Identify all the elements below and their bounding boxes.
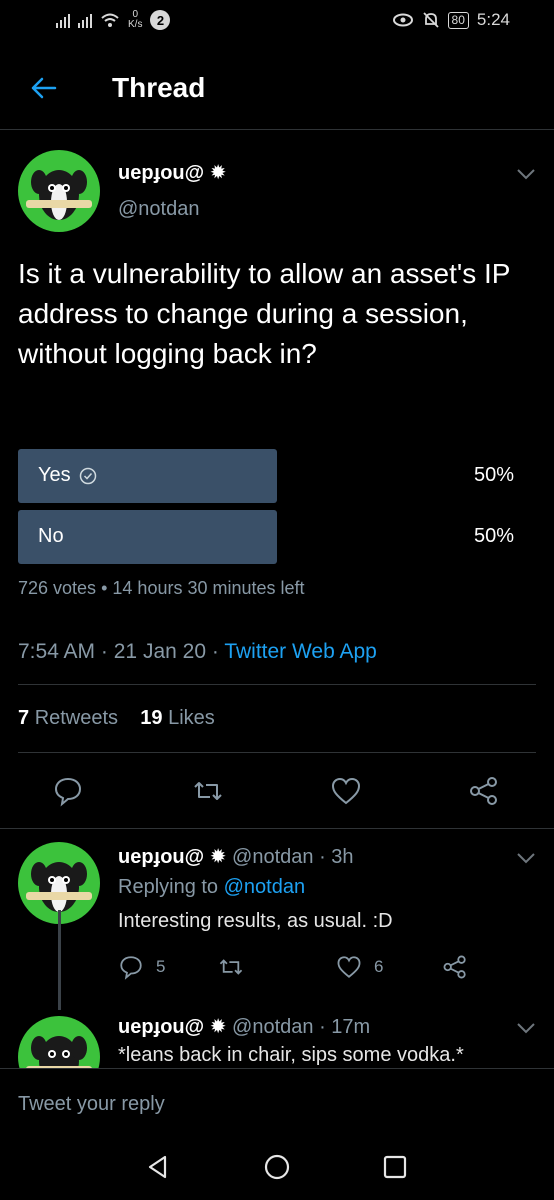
reply-2-clip: uepɟou@ ✹ @notdan · 17m *leans back in c… <box>0 1010 554 1068</box>
heart-icon[interactable] <box>330 775 362 807</box>
reply-input[interactable]: Tweet your reply <box>18 1093 165 1116</box>
reply-like-action[interactable]: 6 <box>336 954 383 980</box>
poll-votes: 726 votes <box>18 578 97 598</box>
back-arrow-icon[interactable] <box>28 74 58 102</box>
poll-meta: 726 votes • 14 hours 30 minutes left <box>18 578 305 599</box>
poll-percent: 50% <box>473 525 514 547</box>
like-count: 6 <box>374 957 384 976</box>
retweet-label: Retweets <box>34 707 119 729</box>
reply-handle: @notdan <box>232 846 314 868</box>
cell-signal-icon <box>56 12 70 28</box>
likes-stat[interactable]: 19 Likes <box>140 707 215 729</box>
reply-age: · 17m <box>319 1016 371 1038</box>
reply-author-name: uepɟou@ <box>118 1016 205 1038</box>
like-count: 19 <box>140 707 163 729</box>
cell-signal-2-icon <box>78 12 92 28</box>
tweet-stats: 7 Retweets 19 Likes <box>18 707 215 730</box>
dog-avatar-icon <box>26 1036 92 1068</box>
author-handle: @notdan <box>118 198 200 220</box>
divider <box>18 752 536 753</box>
share-icon[interactable] <box>468 775 500 807</box>
back-triangle-icon[interactable] <box>145 1154 171 1180</box>
page-title: Thread <box>112 72 206 103</box>
chevron-down-icon[interactable] <box>516 1022 536 1034</box>
reply-retweet-action[interactable] <box>218 954 256 980</box>
reply-share-action[interactable] <box>442 954 468 980</box>
author-name-row: uepɟou@ ✹ <box>118 160 226 185</box>
poll-separator: • <box>101 578 108 598</box>
tweet-source-link[interactable]: Twitter Web App <box>224 640 377 663</box>
bell-muted-icon <box>422 12 439 28</box>
sparkle-icon: ✹ <box>209 846 227 868</box>
wifi-icon <box>101 13 119 27</box>
battery-indicator: 80 <box>447 11 469 29</box>
retweet-count: 7 <box>18 707 30 729</box>
reply-reply-action[interactable]: 5 <box>118 954 165 980</box>
like-label: Likes <box>168 707 215 729</box>
reply-handle: @notdan <box>232 1016 314 1038</box>
author-name: uepɟou@ <box>118 162 205 184</box>
reply-age: · 3h <box>319 846 354 868</box>
reply-count: 5 <box>156 957 166 976</box>
reply-composer: Tweet your reply <box>0 1068 554 1132</box>
poll-option-label: Yes <box>38 464 71 486</box>
sparkle-icon: ✹ <box>209 162 227 184</box>
retweets-stat[interactable]: 7 Retweets <box>18 707 118 729</box>
replying-handle-link[interactable]: @notdan <box>224 876 305 898</box>
divider <box>0 828 554 829</box>
meta-dot: · <box>100 640 108 663</box>
reply-icon <box>120 956 142 980</box>
retweet-icon <box>219 959 243 975</box>
reply-icon[interactable] <box>52 775 84 807</box>
clock: 5:24 <box>476 10 510 29</box>
dog-avatar-icon <box>26 170 92 220</box>
chevron-down-icon[interactable] <box>516 168 536 180</box>
replying-to: Replying to @notdan <box>118 876 305 899</box>
poll-option-yes: Yes 50% <box>18 449 536 503</box>
reply-actions: 5 6 <box>118 954 478 982</box>
chevron-down-icon[interactable] <box>516 852 536 864</box>
reply-text: Interesting results, as usual. :D <box>118 910 393 932</box>
heart-icon <box>337 956 361 978</box>
network-speed: 0 K/s <box>128 10 142 30</box>
check-circle-icon <box>79 467 96 484</box>
poll-option-no: No 50% <box>18 510 536 564</box>
reply-author-name: uepɟou@ <box>118 846 205 868</box>
poll-option-label: No <box>38 525 64 547</box>
system-nav-bar <box>0 1130 554 1200</box>
home-circle-icon[interactable] <box>264 1154 290 1180</box>
poll-time-left: 14 hours 30 minutes left <box>112 578 305 598</box>
reply-text: *leans back in chair, sips some vodka.* <box>118 1044 464 1066</box>
thread-connector <box>58 910 61 1010</box>
poll-percent: 50% <box>473 464 514 486</box>
status-bar: 0 K/s 2 80 5:24 <box>0 0 554 44</box>
divider <box>18 684 536 685</box>
reply-header: uepɟou@ ✹ @notdan · 3h <box>118 844 354 869</box>
sparkle-icon: ✹ <box>209 1016 227 1038</box>
share-icon <box>443 955 466 979</box>
tweet-date: 21 Jan 20 <box>113 640 206 663</box>
avatar[interactable] <box>18 1016 100 1068</box>
speed-unit: K/s <box>128 19 143 30</box>
retweet-icon[interactable] <box>192 775 224 807</box>
avatar[interactable] <box>18 150 100 232</box>
recents-square-icon[interactable] <box>382 1154 408 1180</box>
replying-prefix: Replying to <box>118 876 219 898</box>
reply-header: uepɟou@ ✹ @notdan · 17m <box>118 1014 370 1039</box>
meta-dot: · <box>211 640 219 663</box>
eye-icon <box>392 13 413 27</box>
tweet-meta: 7:54 AM · 21 Jan 20 · Twitter Web App <box>18 640 377 664</box>
tweet-time: 7:54 AM <box>18 640 96 663</box>
tweet-text: Is it a vulnerability to allow an asset'… <box>18 258 510 369</box>
notification-badge: 2 <box>150 10 171 30</box>
thread-header: Thread <box>0 44 554 130</box>
